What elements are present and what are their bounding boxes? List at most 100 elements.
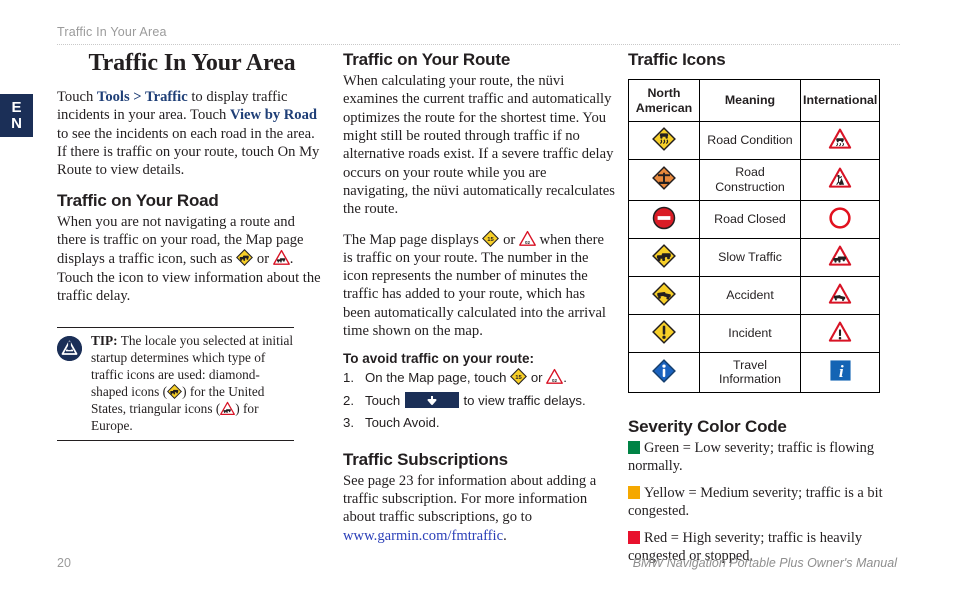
subs-text-1: See page 23 for information about adding… bbox=[343, 472, 597, 526]
square-info-icon: i bbox=[829, 360, 851, 381]
tip-bottom-rule bbox=[57, 440, 294, 442]
footer-manual-title: BMW Navigation Portable Plus Owner's Man… bbox=[632, 556, 897, 570]
triangle-slow-traffic-icon bbox=[272, 250, 290, 266]
severity-swatch-yellow bbox=[628, 486, 640, 500]
page-title: Traffic In Your Area bbox=[88, 50, 296, 76]
triangle-road-condition-icon bbox=[828, 128, 852, 149]
diamond-slow-traffic-icon bbox=[236, 249, 254, 267]
table-header-row: North American Meaning International bbox=[628, 78, 880, 123]
triangle-road-construction-icon bbox=[828, 167, 852, 189]
diamond-delay-15-icon: 15 bbox=[510, 368, 528, 386]
tip-label: TIP: bbox=[91, 333, 118, 349]
cell-na-icon bbox=[628, 351, 700, 393]
cell-meaning: Road Construction bbox=[699, 159, 801, 201]
svg-text:15: 15 bbox=[488, 236, 495, 242]
diamond-road-condition-icon bbox=[652, 127, 676, 152]
severity-text-green: Green = Low severity; traffic is flowing… bbox=[628, 439, 875, 474]
cell-meaning: Slow Traffic bbox=[699, 237, 801, 277]
step-number: 3. bbox=[343, 414, 354, 430]
cell-na-icon bbox=[628, 275, 700, 315]
cell-intl-icon bbox=[800, 159, 880, 201]
column-two: Traffic on Your Route When calculating y… bbox=[343, 50, 615, 556]
cell-meaning: Road Condition bbox=[699, 121, 801, 161]
table-row: Accident bbox=[628, 275, 880, 315]
step-text-1: On the Map page, touch bbox=[365, 370, 511, 386]
language-tab-en: E N bbox=[0, 94, 33, 137]
table-row: Road Condition bbox=[628, 121, 880, 161]
column-header-meaning: Meaning bbox=[699, 78, 801, 123]
triangle-slow-traffic-icon bbox=[828, 245, 852, 266]
garmin-fmtraffic-link[interactable]: www.garmin.com/fmtraffic bbox=[343, 528, 503, 544]
cell-na-icon bbox=[628, 121, 700, 161]
menu-path-tools-traffic: Tools > Traffic bbox=[96, 89, 188, 105]
step-text-1: Touch bbox=[365, 392, 404, 408]
route-paragraph-1: When calculating your route, the nüvi ex… bbox=[343, 73, 615, 218]
list-item: 3. Touch Avoid. bbox=[343, 413, 615, 432]
step-text-3: . bbox=[563, 370, 567, 386]
cell-na-icon bbox=[628, 199, 700, 239]
heading-traffic-icons: Traffic Icons bbox=[628, 50, 726, 69]
triangle-delay-02-icon: 02 bbox=[518, 230, 536, 246]
triangle-incident-icon bbox=[828, 321, 852, 342]
column-header-north-american: North American bbox=[628, 78, 700, 123]
svg-text:i: i bbox=[838, 362, 843, 381]
diamond-delay-15-icon: 15 bbox=[482, 229, 500, 247]
table-row: Road Construction bbox=[628, 159, 880, 201]
road-paragraph: When you are not navigating a route and … bbox=[57, 213, 327, 306]
cell-meaning: Travel Information bbox=[699, 351, 801, 393]
cell-meaning: Accident bbox=[699, 275, 801, 315]
triangle-delay-02-icon: 02 bbox=[546, 369, 564, 385]
avoid-traffic-steps: 1. On the Map page, touch 15 or 02. 2. Tou… bbox=[343, 368, 615, 431]
list-item: 1. On the Map page, touch 15 or 02. bbox=[343, 368, 615, 387]
circle-road-closed-icon bbox=[829, 206, 851, 229]
step-text: Touch Avoid. bbox=[365, 414, 440, 430]
route-text-2: or bbox=[499, 231, 519, 248]
heading-traffic-on-your-route: Traffic on Your Route bbox=[343, 50, 511, 69]
step-number: 2. bbox=[343, 392, 354, 408]
column-one: Traffic In Your Area Touch Tools > Traff… bbox=[57, 50, 327, 442]
table-row: Road Closed bbox=[628, 199, 880, 239]
tip-text: TIP: The locale you selected at initial … bbox=[91, 333, 294, 434]
step-text-2: or bbox=[527, 370, 547, 386]
severity-text-yellow: Yellow = Medium severity; traffic is a b… bbox=[628, 485, 883, 520]
page-number: 20 bbox=[57, 556, 71, 570]
diamond-slow-traffic-icon bbox=[652, 243, 676, 268]
road-text-2: or bbox=[253, 251, 273, 268]
cell-intl-icon bbox=[800, 121, 880, 161]
diamond-incident-icon bbox=[652, 319, 676, 344]
running-header: Traffic In Your Area bbox=[57, 25, 167, 39]
no-entry-icon bbox=[652, 206, 676, 229]
severity-item-yellow: Yellow = Medium severity; traffic is a b… bbox=[628, 484, 900, 520]
download-arrow-button[interactable] bbox=[404, 391, 459, 408]
cell-na-icon bbox=[628, 313, 700, 353]
list-item: 2. Touch to view traffic delays. bbox=[343, 391, 615, 410]
severity-item-green: Green = Low severity; traffic is flowing… bbox=[628, 439, 900, 475]
subs-text-2: . bbox=[503, 527, 507, 544]
language-tab-line2: N bbox=[11, 114, 22, 132]
cell-na-icon bbox=[628, 159, 700, 201]
menu-path-view-by-road: View by Road bbox=[229, 107, 318, 124]
cell-intl-icon bbox=[800, 313, 880, 353]
intro-paragraph: Touch Tools > Traffic to display traffic… bbox=[57, 88, 327, 180]
header-divider bbox=[57, 44, 900, 45]
cell-meaning: Incident bbox=[699, 313, 801, 353]
route-paragraph-2: The Map page displays 15 or 02 when ther… bbox=[343, 229, 615, 341]
intro-text-3: to see the incidents on each road in the… bbox=[57, 125, 320, 179]
diamond-accident-icon bbox=[652, 281, 676, 306]
cell-meaning: Road Closed bbox=[699, 199, 801, 239]
step-number: 1. bbox=[343, 370, 354, 386]
step-text-2: to view traffic delays. bbox=[459, 392, 586, 408]
svg-text:02: 02 bbox=[552, 378, 558, 383]
cell-intl-icon bbox=[800, 237, 880, 277]
traffic-icons-table: North American Meaning International Roa… bbox=[628, 78, 880, 393]
svg-text:02: 02 bbox=[525, 239, 531, 244]
column-header-international: International bbox=[800, 78, 880, 123]
heading-traffic-subscriptions: Traffic Subscriptions bbox=[343, 449, 508, 469]
table-row: Travel Information i bbox=[628, 351, 880, 393]
diamond-road-construction-icon bbox=[652, 166, 676, 191]
table-row: Slow Traffic bbox=[628, 237, 880, 277]
cell-na-icon bbox=[628, 237, 700, 277]
svg-text:15: 15 bbox=[515, 375, 522, 381]
heading-traffic-on-your-road: Traffic on Your Road bbox=[57, 190, 219, 210]
tip-callout: TIP: The locale you selected at initial … bbox=[57, 327, 294, 442]
